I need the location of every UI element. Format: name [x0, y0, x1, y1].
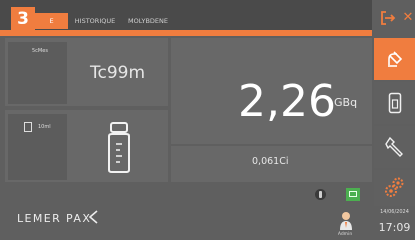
activity-value: 2,26	[238, 76, 336, 127]
vial-icon	[104, 122, 134, 178]
measure-tool-button[interactable]	[374, 126, 415, 168]
brand-text: LEMER PAX	[17, 212, 92, 225]
small-vial-icon	[24, 122, 32, 132]
dose-calibrator-button[interactable]	[374, 38, 415, 80]
dose-calibrator-icon	[388, 51, 403, 67]
accent-strip	[0, 30, 372, 36]
curie-value: 0,061Ci	[252, 156, 289, 167]
brand-logo: LEMER PAX	[17, 210, 99, 225]
activity-unit: GBq	[334, 96, 358, 109]
tab-history[interactable]: HISTORIQUE	[70, 13, 120, 29]
settings-gears-icon	[385, 177, 404, 197]
cylinder-icon	[388, 92, 402, 114]
syringe-label: 5cMes	[32, 48, 48, 54]
isotope-name: Tc99m	[90, 63, 146, 83]
info-icon[interactable]	[315, 189, 326, 200]
settings-button[interactable]	[374, 170, 415, 206]
date-display: 14/06/2024	[380, 209, 409, 215]
measure-tool-icon	[385, 136, 403, 157]
user-name: Admin	[337, 232, 353, 237]
syringe-tile[interactable]: 5cMes	[8, 42, 67, 104]
tab-measure[interactable]: E	[35, 13, 68, 29]
station-badge: 3	[11, 7, 35, 31]
save-icon[interactable]	[346, 188, 360, 201]
cylinder-button[interactable]	[374, 82, 415, 124]
time-display: 17:09	[378, 221, 411, 234]
tab-molybdenum[interactable]: MOLYBDENE	[124, 13, 172, 29]
logout-icon[interactable]	[378, 8, 398, 28]
vial-volume-label: 10ml	[38, 124, 51, 130]
vial-tile[interactable]: 10ml	[8, 114, 67, 180]
close-icon[interactable]: ✕	[398, 8, 415, 28]
